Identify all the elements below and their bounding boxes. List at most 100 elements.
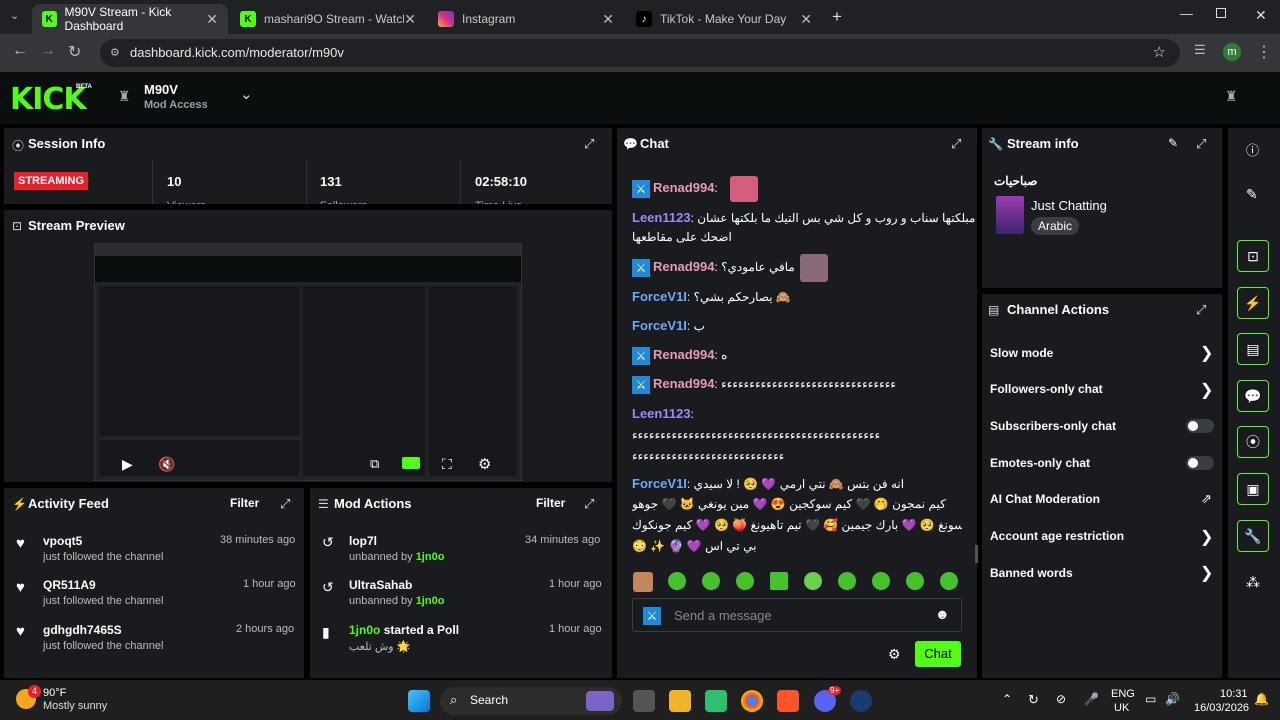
tab-instagram[interactable]: Instagram ✕ [428, 4, 624, 34]
steam-icon[interactable] [850, 690, 872, 712]
chat-settings-gear-icon[interactable]: ⚙ [888, 646, 901, 663]
chat-scrollbar[interactable] [975, 545, 978, 563]
followers-only-label[interactable]: Followers-only chat [990, 382, 1103, 396]
activity-toggle-icon[interactable]: ⚡ [1237, 287, 1269, 319]
media-control-icon[interactable]: ☰ [1194, 42, 1206, 58]
emote-kick-5-icon[interactable] [804, 572, 822, 590]
file-explorer-icon[interactable] [669, 690, 691, 712]
emote-kick-1-icon[interactable] [668, 572, 686, 590]
mod-actions-toggle-icon[interactable]: ▤ [1237, 333, 1269, 365]
follower-name[interactable]: QR511A9 [43, 578, 96, 592]
edit-icon[interactable]: ✎ [1246, 186, 1258, 203]
moderator-name[interactable]: 1jn0o [416, 595, 445, 607]
emote-kick-9-icon[interactable] [940, 572, 958, 590]
browser-menu-icon[interactable]: ⋮ [1256, 42, 1272, 62]
display-icon[interactable]: ▭ [1145, 692, 1156, 706]
taskbar-search-box[interactable]: ⌕ Search [440, 687, 622, 715]
emote-kick-6-icon[interactable] [838, 572, 856, 590]
clock-date[interactable]: 16/03/2026 [1194, 702, 1249, 714]
chat-username[interactable]: Renad994 [653, 180, 714, 195]
tab-list-icon[interactable]: ⌄ [10, 9, 19, 22]
info-icon[interactable]: ⓘ [1246, 140, 1259, 159]
chat-username[interactable]: ForceV1I [632, 289, 687, 304]
edit-pencil-icon[interactable]: ✎ [1168, 136, 1178, 150]
pip-icon[interactable]: ⧉ [370, 456, 379, 472]
stream-info-toggle-icon[interactable]: 🔧 [1237, 520, 1269, 552]
fullscreen-icon[interactable]: ⛶ [442, 456, 452, 473]
chat-username[interactable]: ForceV1I [632, 318, 687, 333]
kick-logo[interactable]: KICK [10, 82, 87, 117]
close-tab-icon[interactable]: ✕ [602, 11, 614, 28]
stream-preview-toggle-icon[interactable]: ⊡ [1237, 240, 1269, 272]
new-tab-icon[interactable]: + [832, 7, 842, 27]
expand-activity-icon[interactable]: ⤢ [280, 496, 290, 512]
sync-icon[interactable]: ↻ [1028, 692, 1039, 708]
tab-tiktok[interactable]: ♪ TikTok - Make Your Day ✕ [626, 4, 822, 34]
emote-kick-8-icon[interactable] [906, 572, 924, 590]
chrome-icon[interactable] [741, 690, 763, 712]
expand-channel-actions-icon[interactable]: ⤢ [1196, 302, 1206, 318]
chat-input-box[interactable]: ⚔ Send a message ☻ [632, 598, 962, 632]
tab-mashari-stream[interactable]: K mashari9O Stream - Watch Live ✕ [230, 4, 426, 34]
mod-filter-button[interactable]: Filter [536, 496, 565, 510]
category-name[interactable]: Just Chatting [1031, 198, 1107, 213]
ai-moderation-label[interactable]: AI Chat Moderation [990, 492, 1100, 506]
channel-actions-toggle-icon[interactable]: ▣ [1237, 473, 1269, 505]
category-thumbnail[interactable] [996, 196, 1024, 234]
external-link-icon[interactable]: ⇗ [1201, 491, 1212, 507]
windows-start-icon[interactable] [408, 690, 430, 712]
chat-toggle-icon[interactable]: 💬 [1237, 380, 1269, 412]
language-code[interactable]: ENG [1111, 688, 1135, 700]
slow-mode-chevron-icon[interactable]: ❯ [1200, 343, 1213, 363]
close-tab-icon[interactable]: ✕ [404, 11, 416, 28]
emote-kick-2-icon[interactable] [702, 572, 720, 590]
expand-mod-actions-icon[interactable]: ⤢ [584, 496, 594, 512]
site-info-icon[interactable]: ⚙ [110, 39, 120, 67]
close-tab-icon[interactable]: ✕ [206, 11, 218, 28]
settings-gear-icon[interactable]: ⚙ [478, 455, 491, 473]
emotes-only-toggle[interactable] [1186, 456, 1214, 470]
language-region[interactable]: UK [1114, 702, 1129, 714]
mod-target-name[interactable]: UltraSahab [349, 578, 412, 592]
follower-name[interactable]: vpoqt5 [43, 534, 82, 548]
emoji-picker-icon[interactable]: ☻ [935, 606, 950, 622]
stream-video[interactable] [94, 243, 522, 481]
play-icon[interactable]: ▶ [122, 456, 133, 473]
network-off-icon[interactable]: ⊘ [1056, 692, 1066, 706]
task-view-icon[interactable] [633, 690, 655, 712]
microphone-icon[interactable]: 🎤 [1084, 692, 1099, 706]
tray-overflow-chevron-icon[interactable]: ⌃ [1002, 692, 1012, 706]
account-age-label[interactable]: Account age restriction [990, 529, 1124, 543]
subscribers-only-toggle[interactable] [1186, 419, 1214, 433]
brave-icon[interactable] [777, 690, 799, 712]
expand-session-icon[interactable]: ⤢ [584, 136, 594, 152]
chat-username[interactable]: Leen1123 [632, 406, 691, 421]
banned-words-label[interactable]: Banned words [990, 566, 1073, 580]
follower-name[interactable]: gdhgdh7465S [43, 623, 122, 637]
layout-icon[interactable]: ⁂ [1246, 574, 1260, 591]
reload-icon[interactable]: ↻ [68, 42, 81, 62]
mute-icon[interactable]: 🔇 [158, 456, 175, 473]
chat-username[interactable]: ForceV1I [632, 476, 687, 491]
followers-only-chevron-icon[interactable]: ❯ [1200, 380, 1213, 400]
emote-kick-7-icon[interactable] [872, 572, 890, 590]
back-icon[interactable]: ← [12, 42, 28, 60]
theater-icon[interactable] [402, 457, 420, 469]
expand-chat-icon[interactable]: ⤢ [951, 136, 961, 152]
url-field[interactable]: ⚙ dashboard.kick.com/moderator/m90v ☆ [100, 39, 1180, 67]
account-age-chevron-icon[interactable]: ❯ [1200, 527, 1213, 547]
chat-send-button[interactable]: Chat [915, 641, 961, 667]
chat-username[interactable]: Renad994 [653, 259, 714, 274]
close-window-icon[interactable]: ✕ [1255, 7, 1267, 24]
profile-avatar[interactable]: m [1223, 43, 1241, 61]
emote-kick-3-icon[interactable] [736, 572, 754, 590]
volume-icon[interactable]: 🔊 [1165, 692, 1180, 706]
user-menu-icon[interactable]: ♜ [1225, 88, 1238, 105]
clock-time[interactable]: 10:31 [1220, 688, 1248, 700]
channel-switch-chevron-icon[interactable]: ⌄ [240, 85, 253, 103]
forward-icon[interactable]: → [40, 42, 56, 60]
mod-target-name[interactable]: lop7l [349, 534, 377, 548]
close-tab-icon[interactable]: ✕ [800, 11, 812, 28]
moderator-name[interactable]: 1jn0o [349, 623, 380, 637]
slow-mode-label[interactable]: Slow mode [990, 346, 1053, 360]
